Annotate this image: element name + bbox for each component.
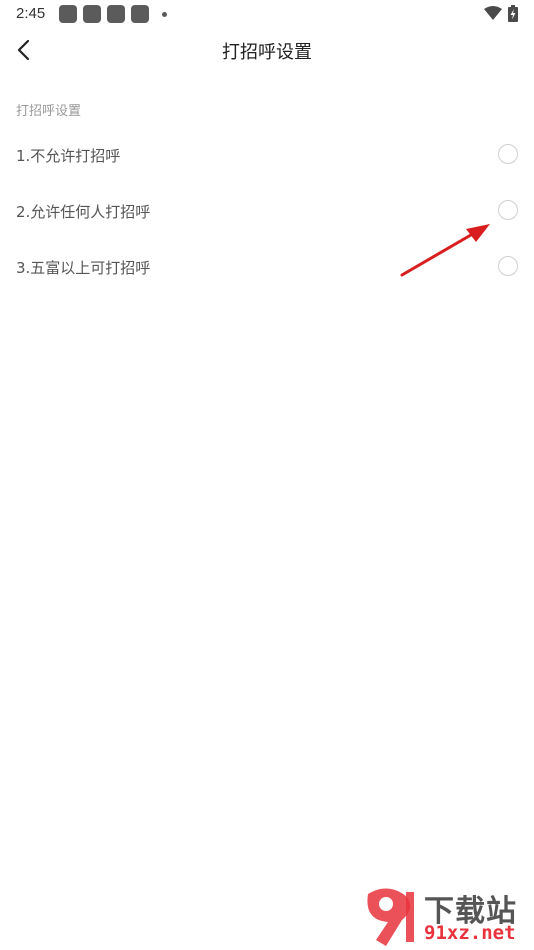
option-label: 3.五富以上可打招呼 [16,259,151,277]
battery-charging-icon [508,5,518,22]
status-time: 2:45 [16,5,46,22]
radio-button[interactable] [498,144,518,164]
app-notification-icon [131,5,149,23]
app-notification-icon [107,5,125,23]
option-label: 1.不允许打招呼 [16,147,121,165]
status-bar: 2:45 [0,0,534,28]
option-allow-anyone[interactable]: 2.允许任何人打招呼 [0,183,534,239]
watermark-logo-icon [367,888,414,946]
radio-button[interactable] [498,200,518,220]
more-notifications-dot-icon [162,12,167,17]
section-label: 打招呼设置 [16,104,82,119]
watermark-url: 91xz.net [424,922,516,944]
header-bar: 打招呼设置 [0,28,534,72]
radio-button[interactable] [498,256,518,276]
page-title: 打招呼设置 [222,42,312,63]
watermark: 下载站 91xz.net [358,886,528,948]
app-notification-icon [83,5,101,23]
app-notification-icon [59,5,77,23]
option-wealth-level-five[interactable]: 3.五富以上可打招呼 [0,239,534,295]
option-no-greeting[interactable]: 1.不允许打招呼 [0,127,534,183]
wifi-icon [484,6,502,20]
option-label: 2.允许任何人打招呼 [16,203,151,221]
